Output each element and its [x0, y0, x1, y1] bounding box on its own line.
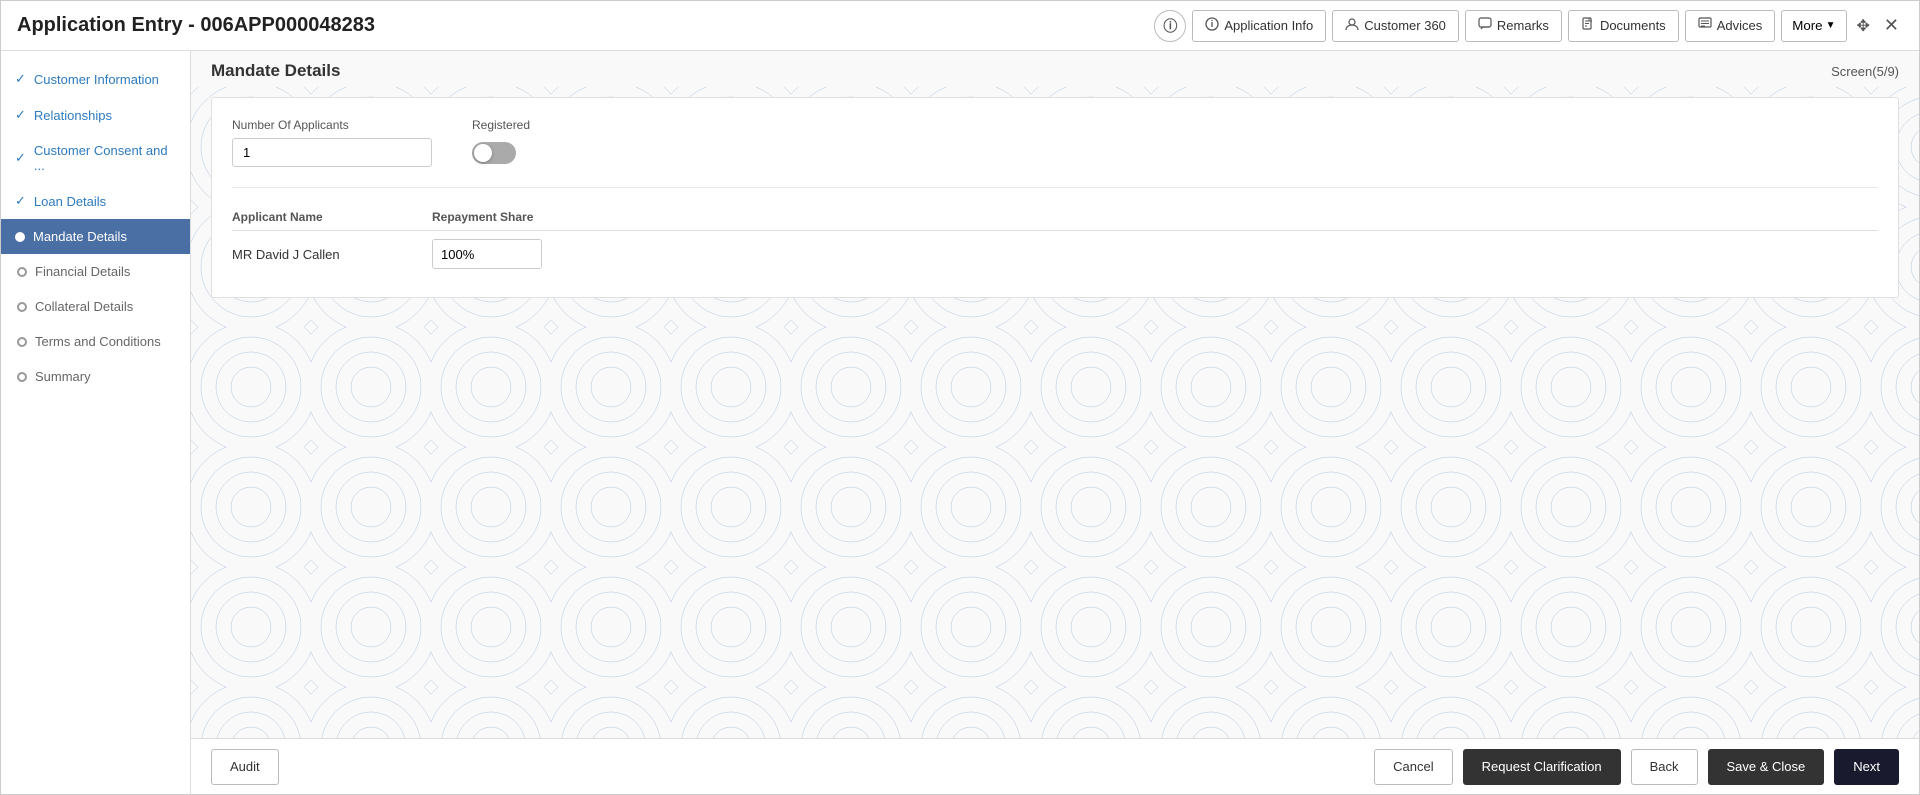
application-info-icon	[1205, 17, 1219, 34]
page-title: Mandate Details	[211, 61, 340, 81]
documents-icon	[1581, 17, 1595, 34]
step-check-icon: ✓	[15, 71, 26, 87]
step-check-icon: ✓	[15, 193, 26, 209]
chevron-down-icon: ▼	[1826, 20, 1836, 31]
sidebar-item-terms-conditions[interactable]: Terms and Conditions	[1, 324, 190, 359]
advices-label: Advices	[1717, 18, 1763, 33]
repayment-share-input[interactable]	[433, 240, 542, 268]
app-title: Application Entry - 006APP000048283	[17, 14, 375, 37]
info-icon-button[interactable]: ⓘ	[1154, 10, 1186, 42]
sidebar-item-label: Customer Consent and ...	[34, 143, 176, 173]
close-icon[interactable]: ✕	[1880, 11, 1903, 40]
registered-group: Registered	[472, 118, 530, 164]
col-applicant-name: Applicant Name	[232, 210, 432, 224]
sidebar-item-label: Customer Information	[34, 72, 159, 87]
more-button[interactable]: More ▼	[1781, 10, 1846, 42]
remarks-label: Remarks	[1497, 18, 1549, 33]
inactive-circle-icon	[17, 337, 27, 347]
sidebar-item-mandate-details[interactable]: Mandate Details	[1, 219, 190, 254]
col-repayment-share: Repayment Share	[432, 210, 592, 224]
table-row: MR David J Callen ▲ ▼	[232, 231, 1878, 277]
sidebar-item-label: Summary	[35, 369, 91, 384]
number-of-applicants-label: Number Of Applicants	[232, 118, 432, 132]
remarks-button[interactable]: Remarks	[1465, 10, 1562, 42]
footer: Audit Cancel Request Clarification Back …	[191, 738, 1919, 794]
advices-icon	[1698, 17, 1712, 34]
sidebar-item-label: Terms and Conditions	[35, 334, 161, 349]
sidebar-item-label: Loan Details	[34, 194, 106, 209]
resize-icon[interactable]: ✥	[1853, 12, 1874, 40]
sidebar-item-customer-information[interactable]: ✓ Customer Information	[1, 61, 190, 97]
sidebar-item-financial-details[interactable]: Financial Details	[1, 254, 190, 289]
toggle-knob	[474, 144, 492, 162]
sidebar-item-label: Financial Details	[35, 264, 130, 279]
customer-360-button[interactable]: Customer 360	[1332, 10, 1459, 42]
sidebar-item-label: Mandate Details	[33, 229, 127, 244]
documents-button[interactable]: Documents	[1568, 10, 1679, 42]
sidebar-item-collateral-details[interactable]: Collateral Details	[1, 289, 190, 324]
next-button[interactable]: Next	[1834, 749, 1899, 785]
cancel-button[interactable]: Cancel	[1374, 749, 1452, 785]
info-icon: ⓘ	[1163, 16, 1177, 36]
sidebar-item-customer-consent[interactable]: ✓ Customer Consent and ...	[1, 133, 190, 183]
sidebar-item-label: Collateral Details	[35, 299, 133, 314]
more-label: More	[1792, 18, 1822, 33]
inactive-circle-icon	[17, 267, 27, 277]
registered-toggle[interactable]	[472, 142, 516, 164]
section-divider	[232, 187, 1878, 188]
inactive-circle-icon	[17, 302, 27, 312]
application-info-label: Application Info	[1224, 18, 1313, 33]
sidebar-item-summary[interactable]: Summary	[1, 359, 190, 394]
number-of-applicants-group: Number Of Applicants	[232, 118, 432, 167]
back-button[interactable]: Back	[1631, 749, 1698, 785]
number-of-applicants-input[interactable]	[232, 138, 432, 167]
sidebar: ✓ Customer Information ✓ Relationships ✓…	[1, 51, 191, 794]
application-info-button[interactable]: Application Info	[1192, 10, 1326, 42]
step-check-icon: ✓	[15, 107, 26, 123]
save-close-button[interactable]: Save & Close	[1708, 749, 1825, 785]
audit-button[interactable]: Audit	[211, 749, 279, 785]
applicant-name-cell: MR David J Callen	[232, 247, 432, 262]
applicants-table: Applicant Name Repayment Share MR David …	[232, 204, 1878, 277]
documents-label: Documents	[1600, 18, 1666, 33]
sidebar-item-relationships[interactable]: ✓ Relationships	[1, 97, 190, 133]
active-dot-icon	[15, 232, 25, 242]
mandate-form-card: Number Of Applicants Registered	[211, 97, 1899, 298]
repayment-share-spinner[interactable]: ▲ ▼	[432, 239, 542, 269]
step-check-icon: ✓	[15, 150, 26, 166]
customer-360-icon	[1345, 17, 1359, 34]
request-clarification-button[interactable]: Request Clarification	[1463, 749, 1621, 785]
screen-number: Screen(5/9)	[1831, 64, 1899, 79]
remarks-icon	[1478, 17, 1492, 34]
customer-360-label: Customer 360	[1364, 18, 1446, 33]
sidebar-item-label: Relationships	[34, 108, 112, 123]
inactive-circle-icon	[17, 372, 27, 382]
sidebar-item-loan-details[interactable]: ✓ Loan Details	[1, 183, 190, 219]
registered-label: Registered	[472, 118, 530, 132]
advices-button[interactable]: Advices	[1685, 10, 1776, 42]
